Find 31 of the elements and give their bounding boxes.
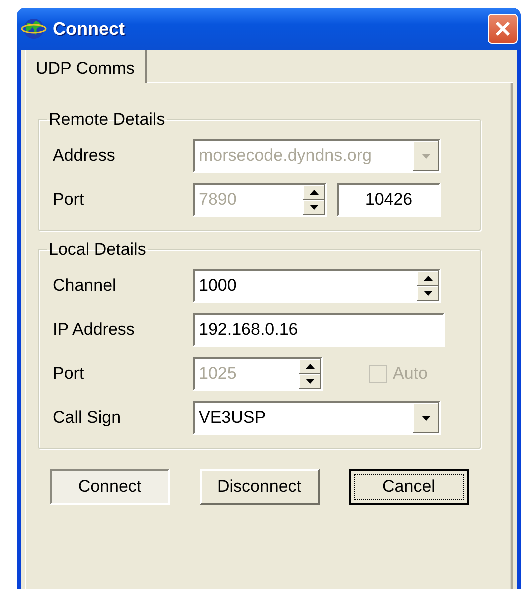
- down-arrow-icon: [310, 205, 318, 210]
- up-arrow-icon: [424, 276, 432, 281]
- group-title: Remote Details: [48, 111, 166, 128]
- caret-icon: [422, 416, 430, 420]
- tab[interactable]: UDP Comms: [25, 50, 147, 83]
- down-arrow-icon: [306, 379, 314, 384]
- down-arrow-icon: [424, 291, 432, 296]
- checkbox-label: Auto: [393, 363, 428, 386]
- caret-icon: [422, 154, 430, 158]
- spin-up-button[interactable]: [417, 271, 439, 286]
- close-icon: [495, 21, 511, 37]
- dialog-button[interactable]: Connect: [50, 469, 170, 504]
- field-label: Call Sign: [53, 407, 122, 430]
- field-label: Port: [53, 189, 86, 212]
- dropdown-button[interactable]: [413, 403, 439, 433]
- group-title: Local Details: [48, 241, 148, 258]
- dialog-button[interactable]: Disconnect: [200, 469, 320, 504]
- dialog-button[interactable]: Cancel: [349, 469, 469, 504]
- window-title: Connect: [53, 18, 125, 40]
- close-button[interactable]: [488, 14, 518, 44]
- globe-icon: [21, 17, 47, 41]
- field-label: Address: [53, 145, 116, 168]
- up-arrow-icon: [306, 364, 314, 369]
- field-label: Channel: [53, 275, 118, 298]
- text-field[interactable]: 192.168.0.16: [193, 313, 445, 347]
- up-arrow-icon: [310, 190, 318, 195]
- field-label: Port: [53, 363, 86, 386]
- combo-box[interactable]: VE3USP: [193, 401, 441, 435]
- field-label: IP Address: [53, 319, 136, 342]
- spin-down-button[interactable]: [417, 286, 439, 301]
- spin-field[interactable]: 1000: [193, 269, 441, 303]
